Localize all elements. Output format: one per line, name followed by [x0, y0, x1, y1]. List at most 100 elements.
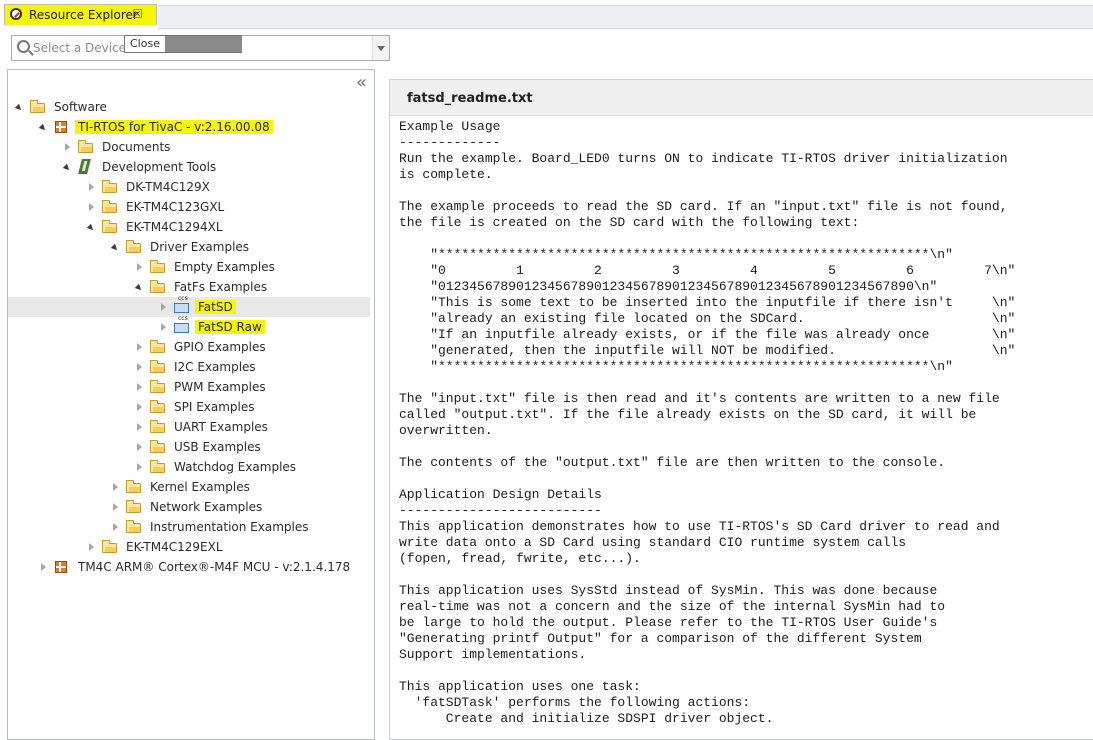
close-icon[interactable]: ☒	[132, 7, 143, 21]
folder-icon	[150, 380, 166, 393]
tree-item[interactable]: TM4C ARM® Cortex®-M4F MCU - v:2.1.4.178	[8, 557, 370, 577]
collapsed-arrow-icon[interactable]	[87, 197, 97, 217]
collapsed-arrow-icon[interactable]	[135, 377, 145, 397]
folder-icon	[102, 180, 118, 193]
collapse-all-icon[interactable]: «	[356, 73, 367, 93]
package-icon	[54, 561, 70, 573]
tree-item[interactable]: I2C Examples	[8, 357, 370, 377]
tree-item[interactable]: EK-TM4C1294XL	[8, 217, 370, 237]
collapsed-arrow-icon[interactable]	[111, 497, 121, 517]
tree-item[interactable]: Empty Examples	[8, 257, 370, 277]
tree-item[interactable]: Watchdog Examples	[8, 457, 370, 477]
expanded-arrow-icon[interactable]	[87, 217, 97, 237]
tree-item-label: Kernel Examples	[150, 480, 250, 494]
collapsed-arrow-icon[interactable]	[111, 517, 121, 537]
collapsed-arrow-icon[interactable]	[159, 297, 169, 317]
collapsed-arrow-icon[interactable]	[63, 137, 73, 157]
folder-icon	[150, 260, 166, 273]
resource-tree-pane: « Software TI-RTOS for TivaC - v:2.16.00.…	[7, 69, 375, 740]
collapsed-arrow-icon[interactable]	[87, 177, 97, 197]
folder-icon	[150, 280, 166, 293]
document-pane: fatsd_readme.txt Example Usage ---------…	[389, 79, 1093, 740]
package-icon	[54, 121, 70, 133]
tree-item-label: DK-TM4C129X	[126, 180, 210, 194]
folder-icon	[126, 480, 142, 493]
collapsed-arrow-icon[interactable]	[135, 397, 145, 417]
expanded-arrow-icon[interactable]	[15, 97, 25, 117]
tree-item-label: Driver Examples	[150, 240, 250, 254]
tree-item[interactable]: TI-RTOS for TivaC - v:2.16.00.08	[8, 117, 370, 137]
tree-item-label: UART Examples	[174, 420, 268, 434]
tab-resource-explorer[interactable]: Resource Explorer ☒	[4, 4, 157, 25]
expanded-arrow-icon[interactable]	[111, 237, 121, 257]
tree-item-label: PWM Examples	[174, 380, 266, 394]
folder-icon	[78, 140, 94, 153]
tree-item[interactable]: Kernel Examples	[8, 477, 370, 497]
folder-icon	[102, 540, 118, 553]
tree-item-label: Watchdog Examples	[174, 460, 297, 474]
folder-icon	[150, 360, 166, 373]
tree-item[interactable]: Network Examples	[8, 497, 370, 517]
tree-item-label: USB Examples	[174, 440, 261, 454]
tree-item[interactable]: USB Examples	[8, 437, 370, 457]
tree-item[interactable]: PWM Examples	[8, 377, 370, 397]
tab-bar: Resource Explorer ☒	[0, 0, 1093, 29]
collapsed-arrow-icon[interactable]	[135, 357, 145, 377]
tree-item[interactable]: EK-TM4C123GXL	[8, 197, 370, 217]
collapsed-arrow-icon[interactable]	[135, 457, 145, 477]
collapsed-arrow-icon[interactable]	[111, 477, 121, 497]
close-tooltip: Close	[124, 35, 242, 53]
tree-item[interactable]: SPI Examples	[8, 397, 370, 417]
collapsed-arrow-icon[interactable]	[159, 317, 169, 337]
redacted-block	[165, 36, 242, 52]
tab-label: Resource Explorer	[29, 8, 138, 22]
tree-item[interactable]: Development Tools	[8, 157, 370, 177]
tree-item-label: SPI Examples	[174, 400, 255, 414]
collapsed-arrow-icon[interactable]	[87, 537, 97, 557]
tree-item[interactable]: DK-TM4C129X	[8, 177, 370, 197]
tree-item[interactable]: Documents	[8, 137, 370, 157]
ccs-project-icon	[174, 315, 190, 333]
expanded-arrow-icon[interactable]	[135, 277, 145, 297]
tree-item-label: TI-RTOS for TivaC - v:2.16.00.08	[75, 120, 273, 134]
folder-icon	[150, 420, 166, 433]
tree-item[interactable]: FatSD Raw	[8, 315, 370, 337]
collapsed-arrow-icon[interactable]	[135, 337, 145, 357]
folder-icon	[150, 400, 166, 413]
folder-icon	[150, 460, 166, 473]
document-title: fatsd_readme.txt	[407, 91, 533, 106]
tree-item[interactable]: FatSD	[8, 295, 370, 317]
tree-item[interactable]: GPIO Examples	[8, 337, 370, 357]
tree-item[interactable]: Software	[8, 97, 370, 117]
folder-icon	[150, 440, 166, 453]
tree-item-label: FatSD	[195, 300, 236, 314]
folder-icon	[30, 100, 46, 113]
tree-item-label: FatSD Raw	[195, 320, 265, 334]
tree-item[interactable]: FatFs Examples	[8, 277, 370, 297]
collapsed-arrow-icon[interactable]	[135, 257, 145, 277]
collapsed-arrow-icon[interactable]	[39, 557, 49, 577]
pane-splitter[interactable]	[376, 69, 389, 740]
tools-icon	[78, 159, 94, 174]
chevron-down-icon[interactable]	[372, 36, 389, 60]
tree-item[interactable]: Instrumentation Examples	[8, 517, 370, 537]
tree-item[interactable]: UART Examples	[8, 417, 370, 437]
tree-item-label: Instrumentation Examples	[150, 520, 309, 534]
folder-icon	[126, 500, 142, 513]
expanded-arrow-icon[interactable]	[39, 117, 49, 137]
tab-strip-background	[158, 5, 1093, 29]
search-icon	[17, 40, 30, 53]
document-body: Example Usage ------------- Run the exam…	[399, 119, 1016, 726]
tree-item-label: I2C Examples	[174, 360, 256, 374]
tree-item-label: Network Examples	[150, 500, 263, 514]
tree-item[interactable]: Driver Examples	[8, 237, 370, 257]
expanded-arrow-icon[interactable]	[63, 157, 73, 177]
collapsed-arrow-icon[interactable]	[135, 437, 145, 457]
tree-item[interactable]: EK-TM4C129EXL	[8, 537, 370, 557]
folder-icon	[126, 520, 142, 533]
tree-item-label: FatFs Examples	[174, 280, 268, 294]
tree-item-label: Empty Examples	[174, 260, 275, 274]
tree-item-label: EK-TM4C1294XL	[126, 220, 223, 234]
tree-item-label: EK-TM4C129EXL	[126, 540, 223, 554]
collapsed-arrow-icon[interactable]	[135, 417, 145, 437]
